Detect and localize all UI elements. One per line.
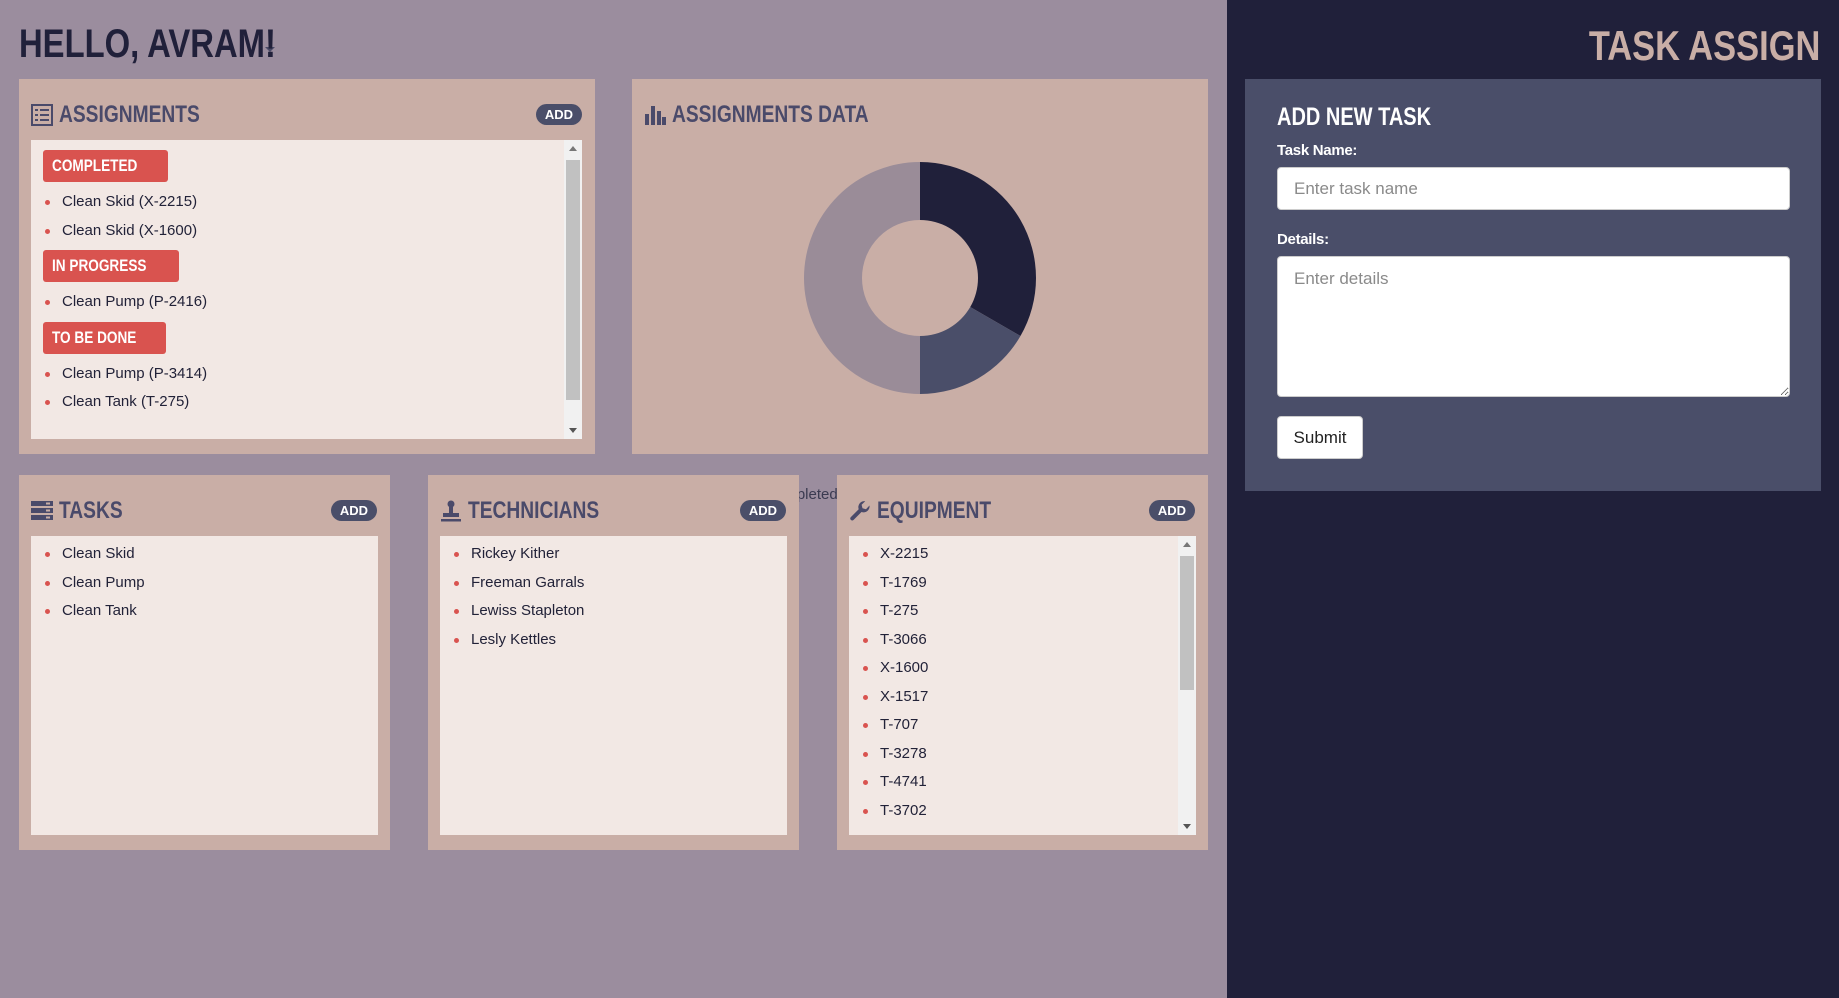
- technicians-list: Rickey Kither Freeman Garrals Lewiss Sta…: [440, 536, 787, 835]
- task-name-input[interactable]: [1277, 167, 1790, 210]
- equipment-header: EQUIPMENT: [849, 497, 1020, 525]
- list-item[interactable]: Lesly Kettles: [440, 626, 787, 655]
- list-item[interactable]: T-275: [849, 597, 1178, 626]
- wrench-icon: [850, 501, 870, 521]
- list-item[interactable]: T-4741: [849, 768, 1178, 797]
- server-stack-icon: [31, 501, 53, 520]
- scrollbar-thumb[interactable]: [1180, 556, 1194, 690]
- donut-slice-completed[interactable]: [920, 162, 1036, 336]
- details-textarea[interactable]: [1277, 256, 1790, 397]
- scroll-up-arrow[interactable]: [569, 146, 577, 151]
- assignments-header: ASSIGNMENTS: [31, 101, 235, 129]
- details-label: Details:: [1277, 231, 1329, 248]
- list-item[interactable]: Clean Skid (X-2215): [31, 188, 564, 217]
- list-item[interactable]: Clean Skid (X-1600): [31, 217, 564, 246]
- user-greeting[interactable]: HELLO, AVRAM!: [19, 22, 276, 67]
- app-title: TASK ASSIGN: [1588, 22, 1820, 69]
- list-item[interactable]: Clean Tank: [31, 597, 378, 626]
- list-item[interactable]: T-707: [849, 711, 1178, 740]
- add-equipment-button[interactable]: ADD: [1148, 500, 1195, 521]
- status-badge-in-progress: IN PROGRESS: [43, 250, 180, 282]
- add-technician-button[interactable]: ADD: [739, 500, 786, 521]
- assignments-panel: ASSIGNMENTS ADD COMPLETED Clean Skid (X-…: [19, 79, 595, 454]
- scroll-down-arrow[interactable]: [569, 428, 577, 433]
- equipment-panel: EQUIPMENT ADD X-2215 T-1769 T-275 T-3066…: [837, 475, 1208, 850]
- list-item[interactable]: T-1769: [849, 569, 1178, 598]
- tasks-header: TASKS: [31, 497, 139, 525]
- list-item[interactable]: Rickey Kither: [440, 540, 787, 569]
- scrollbar[interactable]: [564, 140, 582, 439]
- tasks-list: Clean Skid Clean Pump Clean Tank: [31, 536, 378, 835]
- donut-slice-to-be-done[interactable]: [804, 162, 920, 394]
- assignments-data-panel: ASSIGNMENTS DATA CompletedIn ProgressTo …: [632, 79, 1208, 503]
- panel-title: EQUIPMENT: [877, 497, 992, 524]
- technicians-header: TECHNICIANS: [440, 497, 632, 525]
- stamp-icon: [441, 500, 461, 522]
- dashboard-area: HELLO, AVRAM! ASSIGNMENTS ADD COMPLETED …: [0, 0, 1227, 998]
- scrollbar[interactable]: [1178, 536, 1196, 835]
- list-item[interactable]: Clean Skid: [31, 540, 378, 569]
- add-task-form: ADD NEW TASK Task Name: Details: Submit: [1245, 79, 1821, 491]
- technicians-panel: TECHNICIANS ADD Rickey Kither Freeman Ga…: [428, 475, 799, 850]
- greeting-text: HELLO, AVRAM!: [19, 22, 276, 66]
- list-item[interactable]: X-1600: [849, 654, 1178, 683]
- list-item[interactable]: Clean Pump: [31, 569, 378, 598]
- donut-chart: [804, 162, 1036, 394]
- task-assign-sidebar: TASK ASSIGN ADD NEW TASK Task Name: Deta…: [1227, 0, 1839, 998]
- panel-title: TASKS: [59, 497, 123, 524]
- list-item[interactable]: X-2215: [849, 540, 1178, 569]
- assignments-list[interactable]: COMPLETED Clean Skid (X-2215) Clean Skid…: [31, 140, 582, 439]
- add-task-button[interactable]: ADD: [330, 500, 377, 521]
- tasks-panel: TASKS ADD Clean Skid Clean Pump Clean Ta…: [19, 475, 390, 850]
- scroll-up-arrow[interactable]: [1183, 542, 1191, 547]
- equipment-list[interactable]: X-2215 T-1769 T-275 T-3066 X-1600 X-1517…: [849, 536, 1196, 835]
- list-item[interactable]: Lewiss Stapleton: [440, 597, 787, 626]
- scroll-down-arrow[interactable]: [1183, 824, 1191, 829]
- list-item[interactable]: T-3702: [849, 797, 1178, 826]
- list-item[interactable]: Freeman Garrals: [440, 569, 787, 598]
- add-assignment-button[interactable]: ADD: [535, 104, 582, 125]
- list-icon: [31, 104, 53, 126]
- panel-title: TECHNICIANS: [468, 497, 600, 524]
- status-badge-completed: COMPLETED: [43, 150, 168, 182]
- list-item[interactable]: T-3278: [849, 740, 1178, 769]
- form-title: ADD NEW TASK: [1277, 103, 1432, 131]
- list-item[interactable]: T-3066: [849, 626, 1178, 655]
- panel-title: ASSIGNMENTS: [59, 101, 200, 128]
- scrollbar-thumb[interactable]: [566, 160, 580, 400]
- list-item[interactable]: Clean Pump (P-3414): [31, 360, 564, 389]
- status-badge-to-be-done: TO BE DONE: [43, 321, 167, 354]
- list-item[interactable]: Clean Tank (T-275): [31, 388, 564, 417]
- list-item[interactable]: X-1517: [849, 683, 1178, 712]
- list-item[interactable]: Clean Pump (P-2416): [31, 288, 564, 317]
- task-name-label: Task Name:: [1277, 142, 1358, 159]
- submit-button[interactable]: Submit: [1277, 416, 1363, 459]
